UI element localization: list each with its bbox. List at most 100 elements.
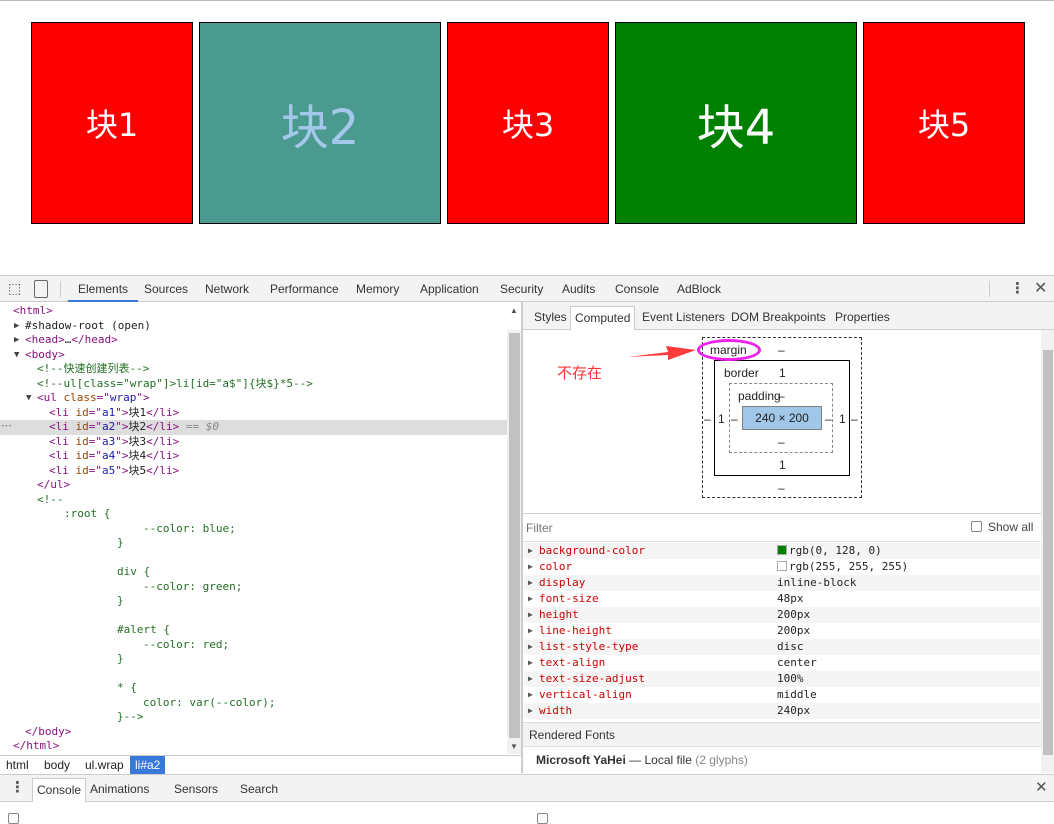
dom-line[interactable]: </ul> [0,478,507,493]
tab-performance[interactable]: Performance [270,276,339,302]
dom-line[interactable]: #alert { [0,623,507,638]
expand-triangle-icon[interactable]: ▶ [528,687,533,703]
expand-triangle-icon[interactable]: ▶ [528,607,533,623]
dom-line[interactable]: * { [0,681,507,696]
tab-event-listeners[interactable]: Event Listeners [638,306,729,330]
dom-line[interactable]: <!--ul[class="wrap"]>li[id="a$"]{块$}*5--… [0,377,507,392]
computed-property[interactable]: ▶ display inline-block [524,575,1040,591]
close-drawer-icon[interactable]: ✕ [1035,778,1048,796]
border-top: 1 [779,366,786,380]
computed-property[interactable]: ▶ width 240px [524,703,1040,719]
scroll-up-icon[interactable]: ▲ [510,306,518,315]
breadcrumb-item[interactable]: body [39,756,75,774]
computed-property[interactable]: ▶ background-color rgb(0, 128, 0) [524,543,1040,559]
dom-line[interactable]: <li id="a4">块4</li> [0,449,507,464]
dom-scrollbar-thumb[interactable] [509,333,520,738]
property-value-text: inline-block [777,576,857,589]
dom-line[interactable] [0,609,507,624]
computed-property[interactable]: ▶ color rgb(255, 255, 255) [524,559,1040,575]
computed-property[interactable]: ▶ list-style-type disc [524,639,1040,655]
computed-property[interactable]: ▶ height 200px [524,607,1040,623]
expand-triangle-icon[interactable]: ▶ [528,639,533,655]
dom-line[interactable]: <html> [0,304,507,319]
dom-line[interactable]: </html> [0,739,507,754]
dom-line[interactable]: <li id="a5">块5</li> [0,464,507,479]
dom-tree[interactable]: <html> ▶ #shadow-root (open) ▶ <head>…</head… [0,302,507,755]
drawer-menu-icon[interactable]: ⋮ [10,778,25,796]
dom-line[interactable]: --color: green; [0,580,507,595]
color-swatch[interactable] [777,561,787,571]
tab-application[interactable]: Application [420,276,479,302]
expand-triangle-icon[interactable]: ▶ [528,591,533,607]
tab-console[interactable]: Console [615,276,659,302]
show-all-checkbox[interactable] [971,521,982,532]
dom-line[interactable] [0,551,507,566]
tab-adblock[interactable]: AdBlock [677,276,721,302]
tab-elements[interactable]: Elements [68,276,139,302]
computed-property[interactable]: ▶ text-align center [524,655,1040,671]
dom-line-selected[interactable]: ••• <li id="a2">块2</li> == $0 [0,420,507,435]
dom-line[interactable]: }--> [0,710,507,725]
dom-line[interactable]: <li id="a1">块1</li> [0,406,507,421]
drawer-tab-animations[interactable]: Animations [86,778,153,802]
ellipsis-icon[interactable]: ••• [1,420,12,435]
dom-line[interactable]: ▼ <body> [0,348,507,363]
expand-triangle-icon[interactable]: ▶ [14,319,19,334]
dom-line[interactable]: } [0,536,507,551]
dom-line[interactable] [0,667,507,682]
dom-line[interactable]: div { [0,565,507,580]
scroll-down-icon[interactable]: ▼ [510,742,518,751]
tab-styles[interactable]: Styles [530,306,571,330]
drawer-tab-sensors[interactable]: Sensors [170,778,222,802]
dom-line[interactable]: ▶ <head>…</head> [0,333,507,348]
expand-triangle-icon[interactable]: ▶ [528,575,533,591]
dom-line[interactable]: --color: red; [0,638,507,653]
computed-property[interactable]: ▶ vertical-align middle [524,687,1040,703]
collapse-triangle-icon[interactable]: ▼ [26,391,31,406]
dom-line[interactable]: color: var(--color); [0,696,507,711]
filter-input[interactable] [526,518,946,538]
tab-properties[interactable]: Properties [831,306,894,330]
dom-line[interactable]: <!-- [0,493,507,508]
device-toggle-icon[interactable] [34,280,48,298]
color-swatch[interactable] [777,545,787,555]
computed-property[interactable]: ▶ text-size-adjust 100% [524,671,1040,687]
expand-triangle-icon[interactable]: ▶ [528,703,533,719]
more-options-icon[interactable]: ⋮ [1010,279,1025,297]
drawer-tab-console[interactable]: Console [32,778,87,802]
side-scrollbar-thumb[interactable] [1043,350,1053,755]
dom-line[interactable]: ▼ <ul class="wrap"> [0,391,507,406]
dom-line[interactable]: <li id="a3">块3</li> [0,435,507,450]
tab-computed[interactable]: Computed [570,306,636,330]
dom-line[interactable]: } [0,652,507,667]
expand-triangle-icon[interactable]: ▶ [528,655,533,671]
expand-triangle-icon[interactable]: ▶ [14,333,19,348]
inspect-element-icon[interactable]: ⬚ [8,280,21,297]
dom-line[interactable]: --color: blue; [0,522,507,537]
drawer-tab-search[interactable]: Search [236,778,282,802]
tab-sources[interactable]: Sources [144,276,188,302]
tab-audits[interactable]: Audits [562,276,595,302]
breadcrumb-item[interactable]: li#a2 [130,756,166,774]
dom-line[interactable]: <!--快速创建列表--> [0,362,507,377]
toolbar-separator [60,281,61,297]
computed-property[interactable]: ▶ font-size 48px [524,591,1040,607]
close-devtools-icon[interactable]: ✕ [1034,278,1047,298]
dom-line[interactable]: :root { [0,507,507,522]
breadcrumb-item[interactable]: html [1,756,34,774]
dom-line[interactable]: </body> [0,725,507,740]
expand-triangle-icon[interactable]: ▶ [528,559,533,575]
expand-triangle-icon[interactable]: ▶ [528,671,533,687]
tab-network[interactable]: Network [205,276,249,302]
tab-memory[interactable]: Memory [356,276,399,302]
code-token: --color: red; [143,637,230,651]
collapse-triangle-icon[interactable]: ▼ [14,348,19,363]
computed-property[interactable]: ▶ line-height 200px [524,623,1040,639]
breadcrumb-item[interactable]: ul.wrap [80,756,129,774]
expand-triangle-icon[interactable]: ▶ [528,623,533,639]
dom-line[interactable]: ▶ #shadow-root (open) [0,319,507,334]
tab-security[interactable]: Security [500,276,543,302]
tab-dom-breakpoints[interactable]: DOM Breakpoints [727,306,830,330]
expand-triangle-icon[interactable]: ▶ [528,543,533,559]
dom-line[interactable]: } [0,594,507,609]
